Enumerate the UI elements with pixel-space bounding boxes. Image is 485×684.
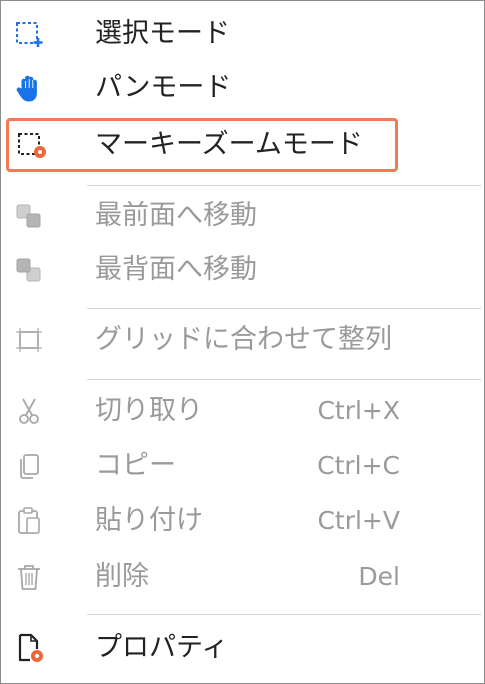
menu-item-shortcut: Ctrl+V <box>317 506 400 535</box>
marquee-zoom-icon <box>16 129 48 161</box>
menu-item-delete[interactable]: 削除 Del <box>1 550 484 604</box>
menu-item-shortcut: Del <box>358 562 400 591</box>
scissors-icon <box>13 395 45 427</box>
menu-item-label: コピー <box>95 450 176 481</box>
menu-item-label: 最前面へ移動 <box>95 200 257 231</box>
menu-item-label: マーキーズームモード <box>95 129 363 160</box>
menu-item-label: 選択モード <box>95 18 230 49</box>
menu-item-label: パンモード <box>95 72 232 103</box>
send-to-back-icon <box>13 254 45 286</box>
menu-item-label: プロパティ <box>95 632 229 663</box>
menu-item-paste[interactable]: 貼り付け Ctrl+V <box>1 494 484 548</box>
paste-icon <box>13 505 45 537</box>
properties-icon <box>13 632 45 664</box>
menu-separator <box>87 308 481 309</box>
menu-item-shortcut: Ctrl+C <box>317 451 400 480</box>
menu-item-copy[interactable]: コピー Ctrl+C <box>1 439 484 493</box>
menu-separator <box>87 185 481 186</box>
menu-item-label: 切り取り <box>95 395 203 426</box>
menu-item-label: 削除 <box>95 561 149 592</box>
copy-icon <box>13 450 45 482</box>
menu-separator <box>87 379 481 380</box>
menu-item-bring-to-front[interactable]: 最前面へ移動 <box>1 189 484 243</box>
menu-item-shortcut: Ctrl+X <box>317 396 400 425</box>
menu-item-align-to-grid[interactable]: グリッドに合わせて整列 <box>1 313 484 367</box>
menu-item-selection-mode[interactable]: 選択モード <box>1 7 484 61</box>
menu-item-send-to-back[interactable]: 最背面へ移動 <box>1 243 484 297</box>
align-to-grid-icon <box>13 324 45 356</box>
menu-item-label: 最背面へ移動 <box>95 254 257 285</box>
trash-icon <box>13 561 45 593</box>
menu-item-label: 貼り付け <box>95 505 203 536</box>
menu-item-cut[interactable]: 切り取り Ctrl+X <box>1 384 484 438</box>
menu-item-marquee-zoom-mode[interactable]: マーキーズームモード <box>6 118 398 172</box>
menu-separator <box>87 614 481 615</box>
context-menu: 選択モード パンモード マーキーズームモード 最前面へ移動 最背面へ移動 グリッ… <box>0 0 485 684</box>
menu-item-pan-mode[interactable]: パンモード <box>1 61 484 115</box>
menu-item-properties[interactable]: プロパティ <box>1 621 484 675</box>
hand-pan-icon <box>13 72 45 104</box>
bring-to-front-icon <box>13 200 45 232</box>
menu-item-label: グリッドに合わせて整列 <box>95 324 392 355</box>
selection-mode-icon <box>13 18 45 50</box>
